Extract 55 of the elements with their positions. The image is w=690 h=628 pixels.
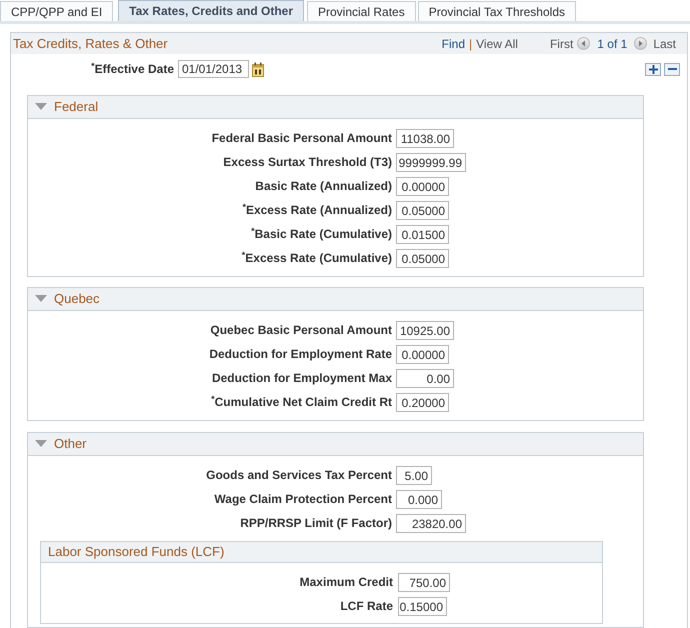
input-field[interactable]: 0.05000: [396, 249, 449, 268]
input-field[interactable]: 0.00000: [396, 177, 449, 196]
minus-icon: [668, 68, 676, 70]
field-label: $^{*}$Cumulative Net Claim Credit Rt: [210, 393, 392, 411]
tab[interactable]: Tax Rates, Credits and Other: [118, 0, 304, 21]
tab[interactable]: Provincial Tax Thresholds: [418, 1, 576, 21]
input-field[interactable]: 9999999.99: [396, 153, 466, 172]
input-field[interactable]: 10925.00: [396, 321, 454, 340]
field-label: Goods and Services Tax Percent: [205, 467, 392, 484]
panel-title: Tax Credits, Rates & Other: [13, 34, 168, 53]
input-field[interactable]: 5.00: [396, 466, 432, 485]
view-all-link[interactable]: View All: [476, 34, 518, 52]
collapse-triangle-icon[interactable]: [35, 295, 47, 303]
input-field[interactable]: 0.20000: [396, 393, 449, 412]
field-label: Deduction for Employment Max: [210, 370, 392, 387]
field-label: $^{*}$Effective Date: [90, 60, 174, 78]
collapse-triangle-icon[interactable]: [35, 440, 47, 448]
input-field[interactable]: 750.00: [398, 573, 450, 592]
input-field[interactable]: 0.15000: [398, 597, 447, 616]
field-label: $^{*}$Excess Rate (Cumulative): [240, 249, 392, 267]
field-label: Excess Surtax Threshold (T3): [222, 154, 392, 171]
field-label: LCF Rate: [339, 598, 393, 615]
calendar-icon[interactable]: [252, 62, 264, 76]
field-label: $^{*}$Excess Rate (Annualized): [241, 201, 392, 219]
page-count: 1 of 1: [597, 36, 628, 52]
field-label: $^{*}$Basic Rate (Cumulative): [250, 225, 392, 243]
input-field[interactable]: 0.00000: [396, 345, 449, 364]
input-field[interactable]: 11038.00: [396, 129, 454, 148]
separator: |: [469, 36, 472, 52]
tab[interactable]: CPP/QPP and EI: [0, 1, 114, 21]
field-label: Deduction for Employment Rate: [208, 346, 392, 363]
section-title: Quebec: [54, 290, 100, 308]
field-label: Quebec Basic Personal Amount: [209, 322, 392, 339]
field-label: RPP/RRSP Limit (F Factor): [239, 515, 392, 532]
input-field[interactable]: 0.01500: [396, 225, 449, 244]
last-link[interactable]: Last: [653, 34, 676, 52]
first-link[interactable]: First: [550, 34, 574, 52]
field-label: Wage Claim Protection Percent: [213, 491, 392, 508]
tab[interactable]: Provincial Rates: [307, 1, 416, 21]
input-field[interactable]: 0.05000: [396, 201, 449, 220]
field-label: Federal Basic Personal Amount: [210, 130, 392, 147]
date-input-field[interactable]: 01/01/2013: [178, 60, 249, 78]
input-field[interactable]: 23820.00: [396, 514, 466, 533]
field-label: Maximum Credit: [298, 574, 393, 591]
plus-icon: [648, 64, 658, 74]
input-field[interactable]: 0.000: [396, 490, 442, 509]
input-field[interactable]: 0.00: [396, 369, 454, 388]
section-title: Federal: [54, 98, 98, 116]
find-link[interactable]: Find: [442, 34, 466, 52]
field-label: Basic Rate (Annualized): [254, 178, 392, 195]
delete-row-button[interactable]: [664, 62, 680, 76]
add-row-button[interactable]: [645, 62, 661, 76]
subsection-title: Labor Sponsored Funds (LCF): [48, 543, 224, 562]
section-title: Other: [54, 435, 87, 454]
collapse-triangle-icon[interactable]: [35, 103, 47, 111]
